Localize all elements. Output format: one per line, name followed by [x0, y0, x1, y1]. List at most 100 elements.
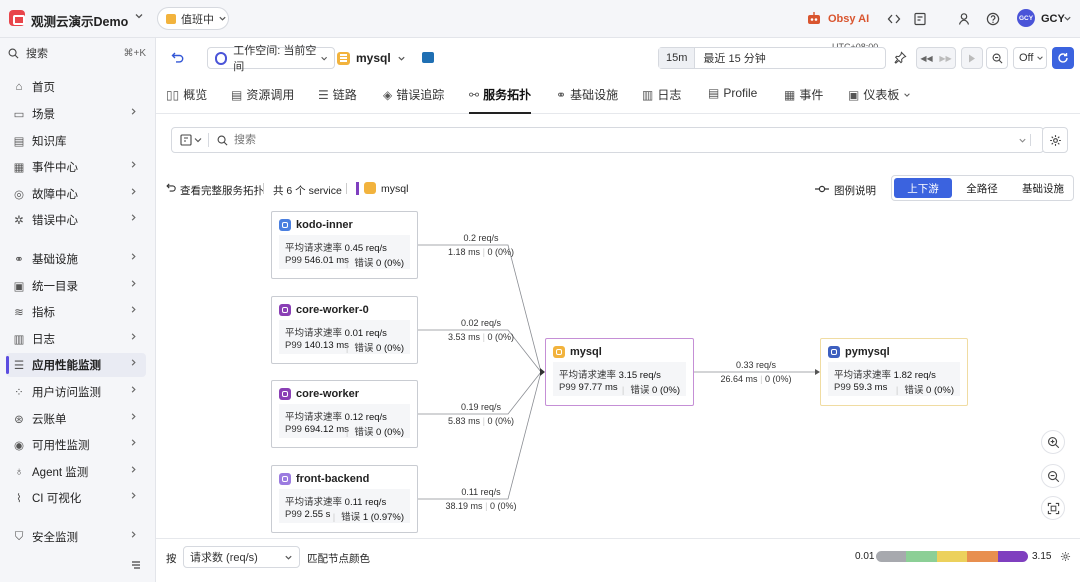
- help-icon[interactable]: [986, 12, 1000, 26]
- sidebar-item-6[interactable]: ⚭ 基础设施: [6, 247, 146, 271]
- node-name: core-worker: [296, 388, 359, 400]
- service-icon: [279, 473, 291, 485]
- service-node-4[interactable]: mysql 平均请求速率 3.15 req/s P99 97.77 ms | 错误 0 …: [545, 338, 694, 406]
- chevron-right-icon: [129, 465, 138, 474]
- node-header: core-worker: [279, 388, 359, 400]
- node-errors: 1 (0.97%): [362, 512, 404, 523]
- color-metric-select[interactable]: 请求数 (req/s): [183, 546, 300, 568]
- sidebar-item-5[interactable]: ✲ 错误中心: [6, 208, 146, 232]
- code-icon[interactable]: [887, 12, 901, 26]
- sidebar-item-label: 统一目录: [32, 281, 78, 293]
- node-rate: 0.11 req/s: [344, 497, 387, 508]
- service-icon: [553, 346, 565, 358]
- edge-metrics: 5.83 ms | 0 (0%): [448, 416, 514, 426]
- chevron-down-icon[interactable]: [1063, 14, 1072, 23]
- edge-latency: 1.18 ms: [448, 247, 481, 257]
- sidebar: 搜索 ⌘+K ⌂ 首页 ▭ 场景 ▤ 知识库 ▦ 事件中心 ◎ 故障中心 ✲ 错误中心 ⚭ 基础设施 ▣ 统一…: [0, 38, 155, 582]
- p99-label: P99: [285, 509, 302, 520]
- sidebar-item-15[interactable]: ⌇ CI 可视化: [6, 486, 146, 510]
- service-node-5[interactable]: pymysql 平均请求速率 1.82 req/s P99 59.3 ms | 错误 0…: [820, 338, 968, 406]
- node-rate: 1.82 req/s: [893, 370, 936, 381]
- node-name: mysql: [570, 346, 602, 358]
- chevron-down-icon[interactable]: [134, 11, 144, 21]
- duty-button[interactable]: 值班中: [157, 7, 229, 30]
- service-node-0[interactable]: kodo-inner 平均请求速率 0.45 req/s P99 546.01 ms…: [271, 211, 418, 279]
- sidebar-item-8[interactable]: ≋ 指标: [6, 300, 146, 324]
- notes-icon[interactable]: [913, 12, 927, 26]
- obsy-ai-button[interactable]: Obsy AI: [828, 13, 869, 25]
- color-metric-label: 请求数 (req/s): [190, 552, 258, 564]
- main-panel: 工作空间: 当前空间 mysql UTC+08:00 15m 最近 15 分钟 …: [155, 38, 1080, 582]
- edge-latency: 5.83 ms: [448, 416, 481, 426]
- node-header: kodo-inner: [279, 219, 353, 231]
- chevron-right-icon: [129, 187, 138, 196]
- scale-max: 3.15: [1032, 551, 1052, 562]
- zoom-out-button[interactable]: [1041, 464, 1065, 488]
- zoom-in-button[interactable]: [1041, 430, 1065, 454]
- node-stats: 平均请求速率 3.15 req/s P99 97.77 ms | 错误 0 (0%): [553, 362, 686, 396]
- node-errors: 0 (0%): [926, 385, 954, 396]
- sidebar-item-label: 基础设施: [32, 254, 78, 266]
- p99-label: P99: [285, 340, 302, 351]
- sidebar-item-11[interactable]: ⁘ 用户访问监测: [6, 380, 146, 404]
- p99-label: P99: [285, 255, 302, 266]
- service-icon: [828, 346, 840, 358]
- chevron-right-icon: [129, 213, 138, 222]
- service-node-3[interactable]: front-backend 平均请求速率 0.11 req/s P99 2.55 s…: [271, 465, 418, 533]
- sidebar-item-0[interactable]: ⌂ 首页: [6, 75, 146, 99]
- sidebar-item-14[interactable]: ♁ Agent 监测: [6, 460, 146, 484]
- err-label: 错误: [354, 343, 374, 354]
- fit-view-icon: [1047, 502, 1059, 514]
- node-p99: 97.77 ms: [578, 382, 618, 393]
- collapse-sidebar-icon[interactable]: [130, 559, 142, 571]
- sidebar-item-4[interactable]: ◎ 故障中心: [6, 182, 146, 206]
- edge-metrics: 38.19 ms | 0 (0%): [445, 501, 517, 511]
- err-label: 错误: [354, 258, 374, 269]
- sidebar-item-label: 云账单: [32, 414, 67, 426]
- sidebar-item-9[interactable]: ▥ 日志: [6, 327, 146, 351]
- ci-icon: ⌇: [16, 493, 22, 505]
- edge-metrics: 3.53 ms | 0 (0%): [448, 332, 514, 342]
- log-icon: ▥: [13, 334, 25, 346]
- search-shortcut: ⌘+K: [123, 47, 146, 59]
- workspace-name[interactable]: 观测云演示Demo: [31, 11, 128, 30]
- gear-icon[interactable]: [1060, 551, 1071, 562]
- sidebar-item-label: 安全监测: [32, 532, 78, 544]
- service-node-2[interactable]: core-worker 平均请求速率 0.12 req/s P99 694.12 m…: [271, 380, 418, 448]
- sidebar-item-10[interactable]: ☰ 应用性能监测: [6, 353, 146, 377]
- fit-view-button[interactable]: [1041, 496, 1065, 520]
- sidebar-item-1[interactable]: ▭ 场景: [6, 102, 146, 126]
- chevron-right-icon: [129, 412, 138, 421]
- chevron-right-icon: [129, 305, 138, 314]
- service-node-1[interactable]: core-worker-0 平均请求速率 0.01 req/s P99 140.13…: [271, 296, 418, 364]
- sidebar-item-13[interactable]: ◉ 可用性监测: [6, 433, 146, 457]
- node-errors: 0 (0%): [376, 427, 404, 438]
- sidebar-item-16[interactable]: ⛉ 安全监测: [6, 525, 146, 549]
- edge-3[interactable]: [418, 371, 542, 500]
- node-name: front-backend: [296, 473, 370, 485]
- sidebar-item-label: 可用性监测: [32, 440, 90, 452]
- sidebar-item-7[interactable]: ▣ 统一目录: [6, 274, 146, 298]
- node-p99: 2.55 s: [304, 509, 331, 520]
- user-icon[interactable]: [958, 12, 972, 26]
- user-name[interactable]: GCY: [1041, 13, 1065, 25]
- node-errors: 0 (0%): [652, 385, 680, 396]
- sidebar-item-2[interactable]: ▤ 知识库: [6, 129, 146, 153]
- scale-segment-1: [906, 551, 937, 562]
- sidebar-item-label: 日志: [32, 334, 55, 346]
- chevron-right-icon: [129, 160, 138, 169]
- rate-label: 平均请求速率: [834, 370, 892, 381]
- scale-min: 0.01: [855, 551, 875, 562]
- p99-label: P99: [559, 382, 576, 393]
- avatar[interactable]: GCY: [1017, 9, 1035, 27]
- sidebar-search[interactable]: 搜索 ⌘+K: [8, 42, 146, 64]
- edge-0[interactable]: [418, 244, 542, 373]
- node-rate: 0.12 req/s: [344, 412, 387, 423]
- node-p99: 546.01 ms: [304, 255, 349, 266]
- dashboard-icon: ▭: [13, 109, 25, 121]
- sidebar-item-3[interactable]: ▦ 事件中心: [6, 155, 146, 179]
- cloud-icon: ⊛: [14, 414, 24, 426]
- sidebar-item-12[interactable]: ⊛ 云账单: [6, 407, 146, 431]
- edge-errors: 0 (0%): [489, 501, 517, 511]
- service-icon: [279, 304, 291, 316]
